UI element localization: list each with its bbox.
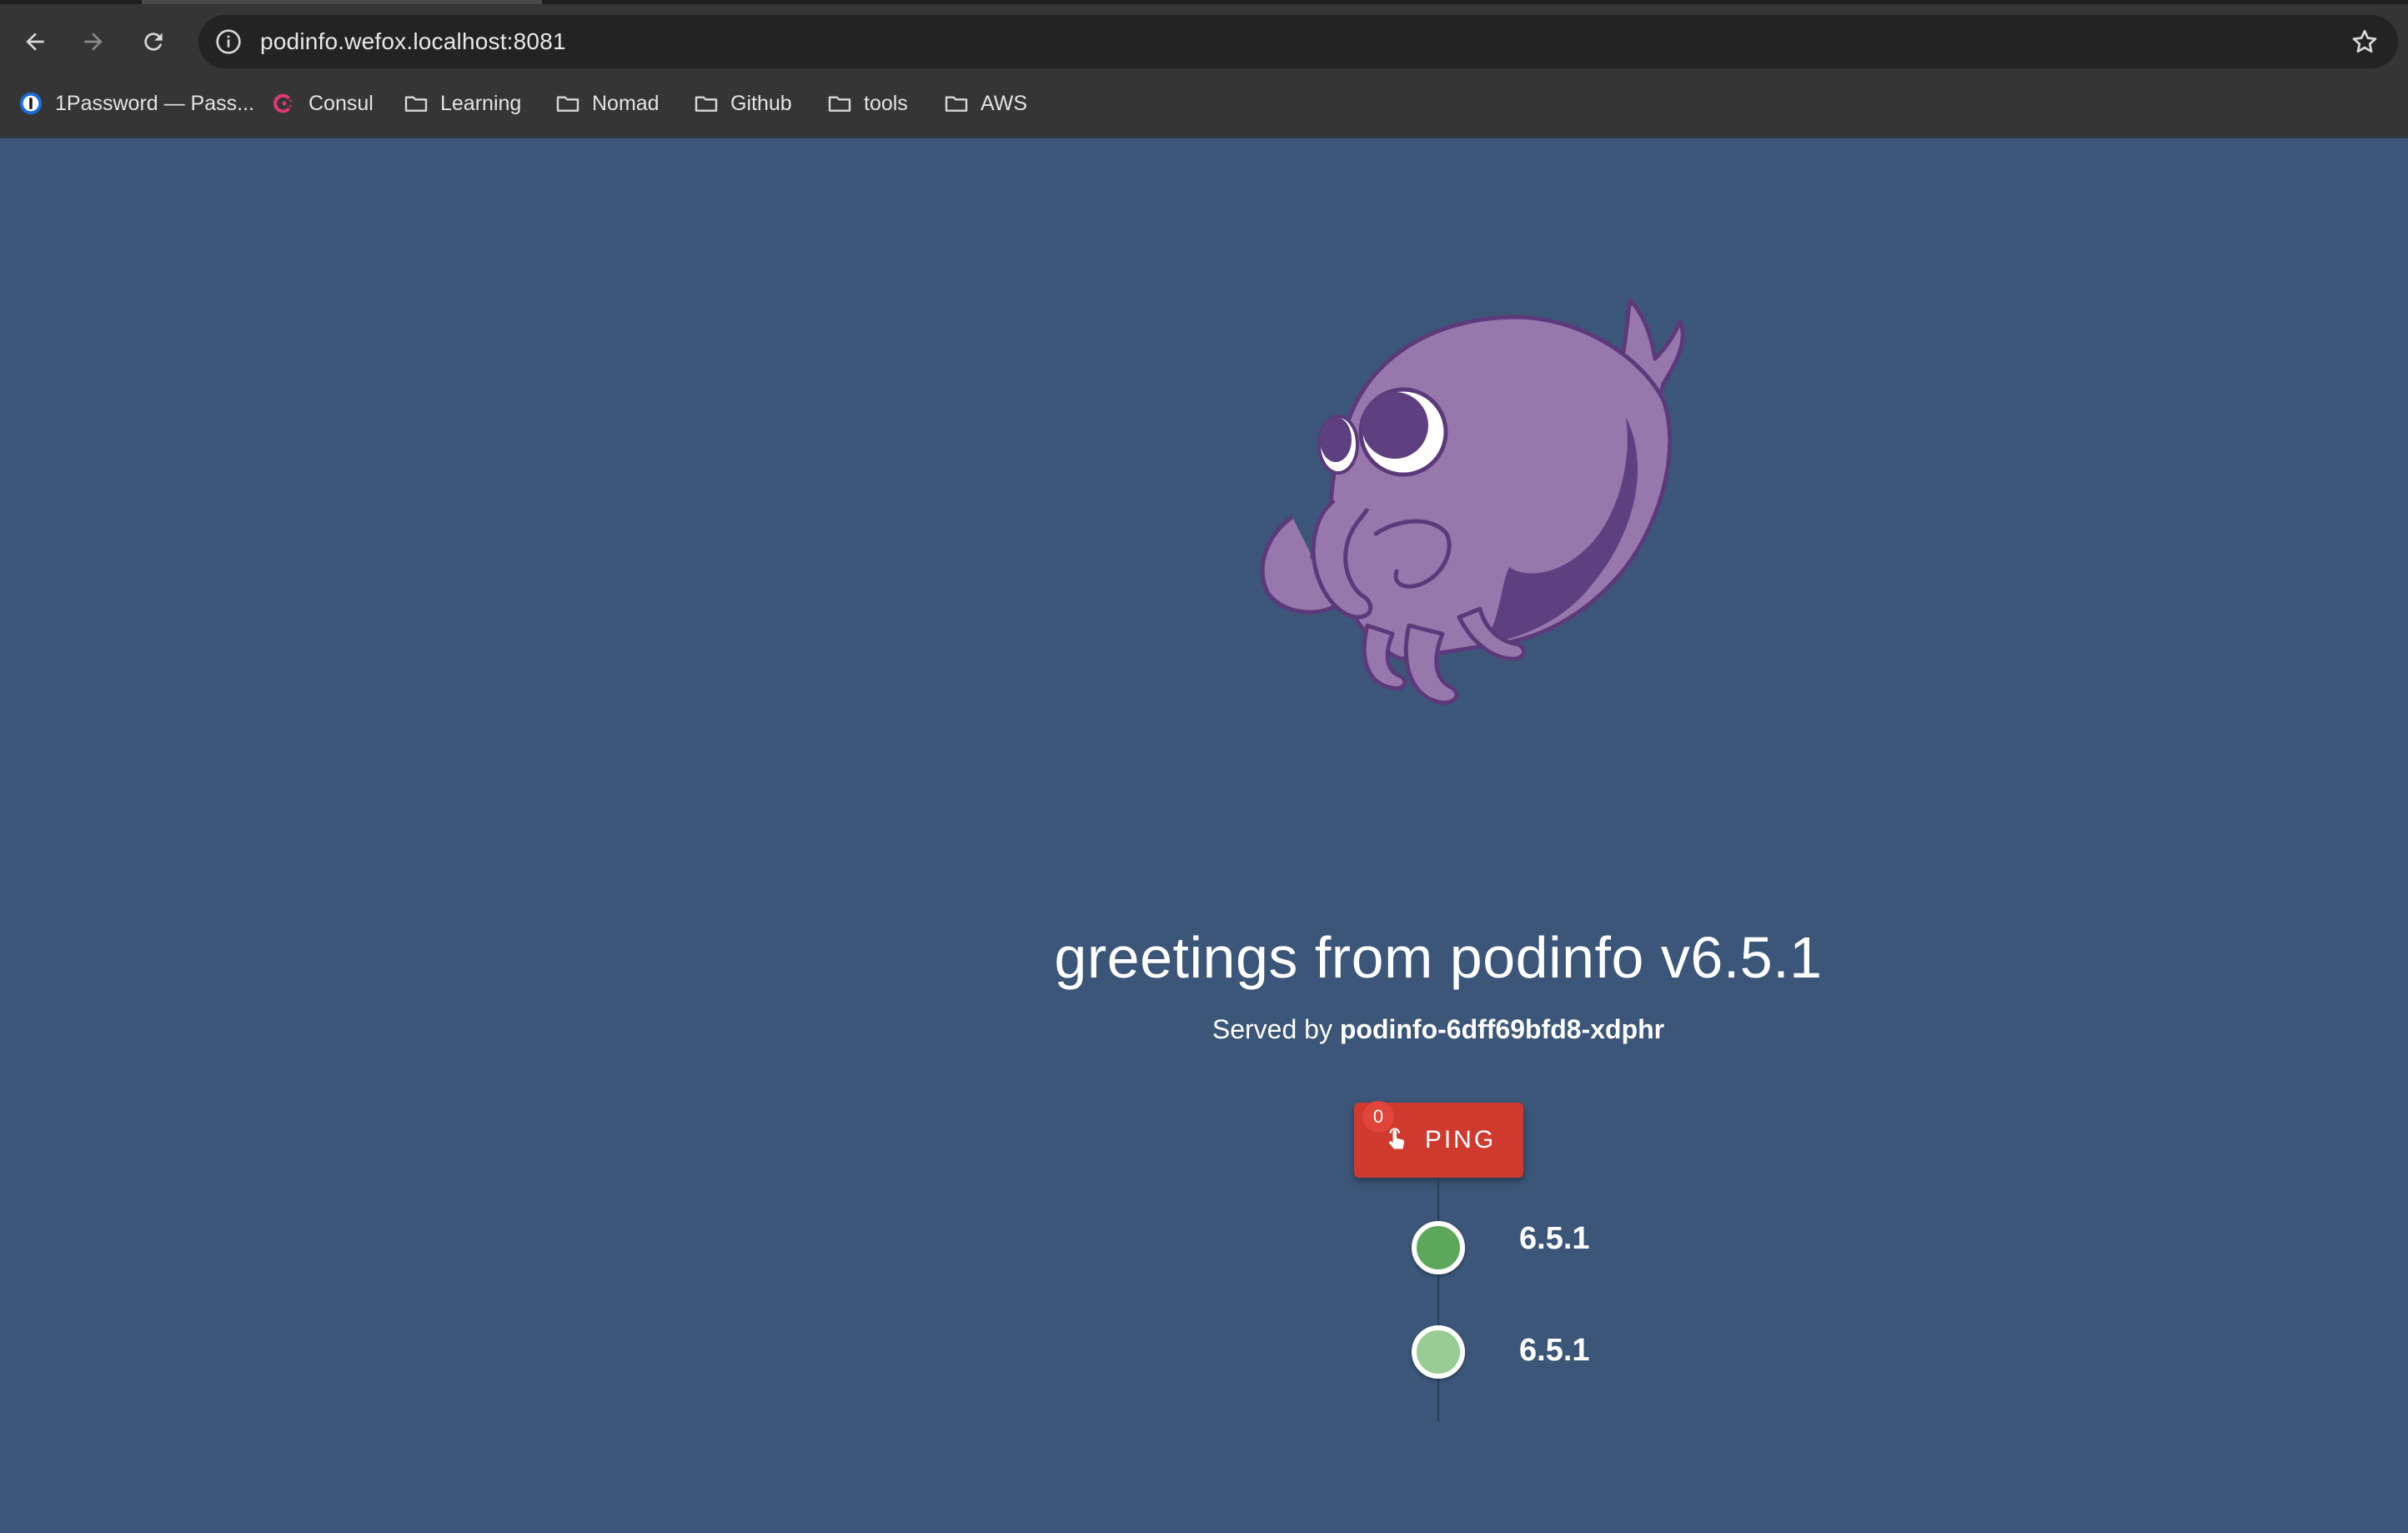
browser-chrome: podinfo.wefox.localhost:8081 1Password —…	[0, 0, 2408, 138]
reload-icon	[144, 33, 163, 51]
served-by-line: Served by podinfo-6dff69bfd8-xdphr	[0, 1014, 2408, 1045]
folder-icon	[692, 89, 720, 118]
timeline-version: 6.5.1	[1519, 1333, 1590, 1368]
bookmark-label: Github	[730, 91, 792, 115]
bookmark-folder-github[interactable]: Github	[692, 80, 792, 127]
site-info-icon[interactable]	[215, 28, 242, 55]
folder-icon	[825, 89, 854, 118]
podinfo-mascot-image	[1260, 298, 1685, 705]
bookmark-folder-tools[interactable]: tools	[825, 80, 908, 127]
bookmark-label: AWS	[981, 91, 1028, 115]
folder-icon	[942, 89, 971, 118]
page-title: greetings from podinfo v6.5.1	[1054, 925, 1823, 990]
forward-button[interactable]	[67, 15, 120, 68]
timeline-line	[1437, 1178, 1439, 1421]
bookmark-consul[interactable]: Consul	[270, 80, 374, 127]
reload-button[interactable]	[127, 15, 180, 68]
timeline-version: 6.5.1	[1519, 1221, 1590, 1256]
address-bar[interactable]: podinfo.wefox.localhost:8081	[198, 15, 2398, 68]
bookmark-1password[interactable]: 1Password — Pass...	[17, 80, 254, 127]
active-tab[interactable]	[142, 0, 542, 4]
bookmark-star-icon[interactable]	[2350, 27, 2380, 57]
bookmark-label: Consul	[309, 91, 374, 115]
bookmark-folder-nomad[interactable]: Nomad	[554, 80, 660, 127]
bookmark-folder-aws[interactable]: AWS	[942, 80, 1027, 127]
timeline-dot	[1412, 1221, 1465, 1274]
bookmark-label: Learning	[440, 91, 522, 115]
bookmark-folder-learning[interactable]: Learning	[402, 80, 521, 127]
arrow-left-icon	[26, 33, 44, 51]
folder-icon	[402, 89, 430, 118]
bookmark-label: 1Password — Pass...	[55, 91, 254, 115]
ping-count-badge: 0	[1362, 1101, 1394, 1133]
arrow-right-icon	[84, 33, 103, 51]
bookmark-label: Nomad	[592, 91, 660, 115]
bookmark-label: tools	[864, 91, 908, 115]
page-content	[0, 138, 2408, 1533]
back-button[interactable]	[8, 15, 62, 68]
served-by-host: podinfo-6dff69bfd8-xdphr	[1339, 1014, 1665, 1044]
bookmarks-bar: 1Password — Pass... Consul Learning Noma…	[0, 80, 2408, 127]
consul-icon	[270, 89, 298, 118]
folder-icon	[554, 89, 582, 118]
url-text[interactable]: podinfo.wefox.localhost:8081	[260, 15, 566, 68]
served-by-label: Served by	[1212, 1014, 1332, 1044]
ping-label: PING	[1424, 1126, 1497, 1154]
1password-icon	[17, 89, 45, 118]
timeline-dot	[1412, 1325, 1465, 1379]
